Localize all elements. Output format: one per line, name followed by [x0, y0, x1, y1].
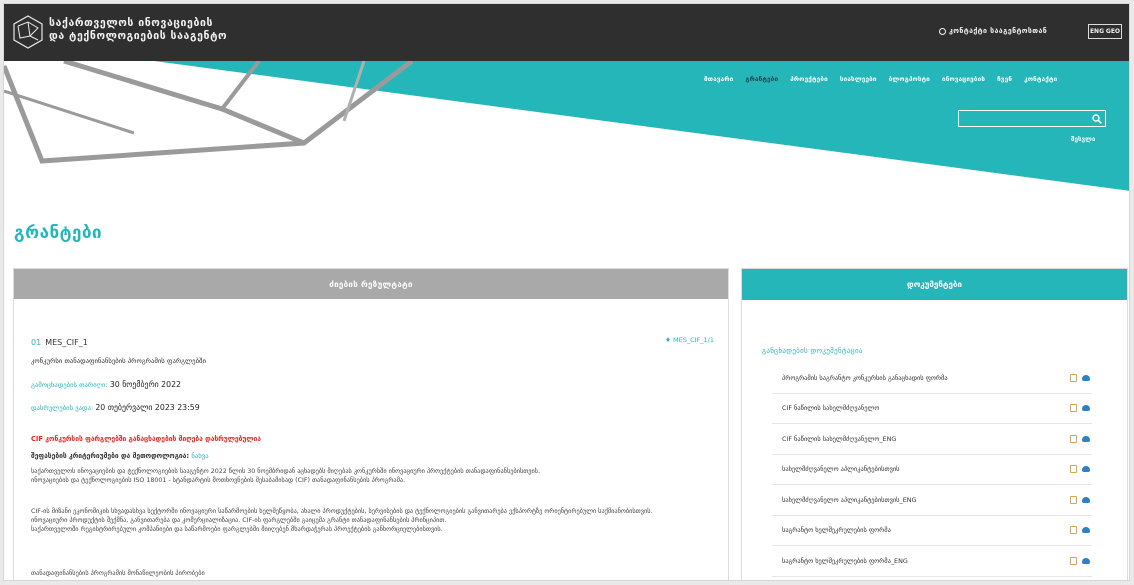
- document-icon[interactable]: [1070, 495, 1077, 504]
- contact-label: კონტაქტი სააგენტოსთან: [949, 27, 1048, 35]
- conditions-line: თანადაფინანსების პროგრამის მონაწილეობის …: [31, 570, 205, 577]
- download-cloud-icon[interactable]: [1082, 527, 1090, 534]
- nav-item-blog[interactable]: ბლოგპოსტი: [889, 76, 930, 83]
- download-cloud-icon[interactable]: [1082, 405, 1090, 412]
- document-icon[interactable]: [1070, 526, 1077, 535]
- grant-code: 01 MES_CIF_1: [31, 338, 88, 347]
- goal-line1: CIF-ის მიზანი ეკონომიკის სხვადასხვა სექტ…: [31, 508, 653, 515]
- document-name[interactable]: სახელმძღვანელო აპლიკანტებისთვის_ENG: [782, 496, 916, 504]
- contact-link[interactable]: კონტაქტი სააგენტოსთან: [939, 27, 1047, 35]
- documents-panel: დოკუმენტები განცხადების დოკუმენტაცია პრო…: [741, 268, 1128, 580]
- grant-code-value: MES_CIF_1: [45, 338, 88, 347]
- nav-item-projects[interactable]: პროექტები: [790, 76, 828, 83]
- grant-detail-header: ძიების რეზულტატი: [14, 269, 728, 299]
- nav-item-grants[interactable]: გრანტები: [745, 76, 778, 83]
- search-input[interactable]: [959, 111, 1087, 126]
- agency-name[interactable]: საქართველოს ინოვაციების და ტექნოლოგიების…: [49, 17, 227, 43]
- agency-name-line1: საქართველოს ინოვაციების: [49, 17, 214, 29]
- nav-item-innovations[interactable]: ინოვაციების: [942, 76, 985, 83]
- documents-header: დოკუმენტები: [742, 269, 1127, 300]
- grant-tag-link[interactable]: ♦ MES_CIF_1/1: [665, 336, 714, 344]
- tag-icon: ♦: [665, 336, 671, 344]
- phone-icon: [939, 27, 946, 35]
- grant-code-index: 01: [31, 338, 42, 347]
- goal-line3: საქართველოში რეგისტრირებული კომპანიები დ…: [31, 526, 443, 533]
- document-name[interactable]: სახელმძღვანელო აპლიკანტებისთვის: [782, 465, 900, 473]
- document-row[interactable]: სახელმძღვანელო აპლიკანტებისთვის_ENG: [772, 485, 1092, 516]
- search-box: [958, 110, 1106, 127]
- document-icon[interactable]: [1070, 404, 1077, 413]
- download-cloud-icon[interactable]: [1082, 374, 1090, 381]
- document-name[interactable]: CIF ნაწილის სახელმძღვანელო: [782, 404, 879, 412]
- announced-date: გამოცხადების თარიღი: 30 ნოემბერი 2022: [31, 380, 181, 389]
- intro-line1: საქართველოს ინოვაციების და ტექნოლოგიების…: [31, 468, 541, 475]
- document-row[interactable]: საგრანტო ხელშეკრულების ფორმა_ENG: [772, 546, 1092, 577]
- agency-name-line2: და ტექნოლოგიების სააგენტო: [49, 30, 228, 42]
- announced-label: გამოცხადების თარიღი:: [31, 381, 108, 389]
- methodology-line: შეფასების კრიტერიუმები და მეთოდოლოგია: ნ…: [31, 452, 209, 460]
- goal-line2: ინოვაციური პროდუქტის შექმნა, განვითარება…: [31, 517, 447, 524]
- intro-line2: ინოვაციების და ტექნოლოგიების ISO 18001 -…: [31, 477, 406, 484]
- document-icon[interactable]: [1070, 373, 1077, 382]
- deadline-value: 20 თებერვალი 2023 23:59: [95, 403, 200, 412]
- document-icon[interactable]: [1070, 556, 1077, 565]
- download-cloud-icon[interactable]: [1082, 496, 1090, 503]
- download-cloud-icon[interactable]: [1082, 557, 1090, 564]
- documents-section-heading: განცხადების დოკუმენტაცია: [762, 347, 863, 355]
- document-name[interactable]: საგრანტო ხელშეკრულების ფორმა_ENG: [782, 557, 908, 565]
- closed-alert: CIF კონკურსის ფარგლებში განაცხადების მიღ…: [31, 435, 261, 443]
- document-row[interactable]: პროგრამის საგრანტო კონკურსის განაცხადის …: [772, 363, 1092, 394]
- top-bar: საქართველოს ინოვაციების და ტექნოლოგიების…: [4, 4, 1129, 61]
- grant-subtitle: კონკურსი თანადაფინანსების პროგრამის ფარგ…: [31, 357, 206, 365]
- methodology-link[interactable]: ნახვა: [191, 452, 208, 460]
- deadline-date: დასრულების ვადა: 20 თებერვალი 2023 23:59: [31, 403, 200, 412]
- goal-paragraph: CIF-ის მიზანი ეკონომიკის სხვადასხვა სექტ…: [31, 507, 721, 534]
- language-switcher[interactable]: ENG GEO: [1088, 24, 1122, 39]
- page: საქართველოს ინოვაციების და ტექნოლოგიების…: [3, 3, 1130, 581]
- login-link[interactable]: შესვლა: [1071, 136, 1095, 143]
- main-navigation: მთავარი გრანტები პროექტები სიახლეები ბლო…: [704, 76, 1057, 83]
- document-name[interactable]: CIF ნაწილის სახელმძღვანელო_ENG: [782, 435, 896, 443]
- document-icon[interactable]: [1070, 434, 1077, 443]
- search-icon[interactable]: [1092, 113, 1102, 124]
- download-cloud-icon[interactable]: [1082, 466, 1090, 473]
- nav-item-about[interactable]: ჩვენ: [997, 76, 1012, 83]
- lang-option-geo[interactable]: GEO: [1106, 28, 1120, 35]
- nav-item-news[interactable]: სიახლეები: [840, 76, 877, 83]
- document-name[interactable]: საგრანტო ხელშეკრულების ფორმა: [782, 526, 891, 534]
- grant-tag-label: MES_CIF_1/1: [673, 336, 714, 344]
- methodology-label: შეფასების კრიტერიუმები და მეთოდოლოგია:: [31, 452, 190, 460]
- deadline-label: დასრულების ვადა:: [31, 404, 94, 412]
- grant-detail-panel: ძიების რეზულტატი 01 MES_CIF_1 ♦ MES_CIF_…: [13, 268, 729, 580]
- announced-value: 30 ნოემბერი 2022: [109, 380, 182, 389]
- document-row[interactable]: CIF ნაწილის სახელმძღვანელო: [772, 394, 1092, 424]
- download-cloud-icon[interactable]: [1082, 435, 1090, 442]
- document-row[interactable]: საგრანტო ხელშეკრულების ფორმა: [772, 516, 1092, 546]
- page-title: გრანტები: [14, 223, 103, 243]
- document-row[interactable]: CIF ნაწილის სახელმძღვანელო_ENG: [772, 424, 1092, 455]
- nav-item-contact[interactable]: კონტაქტი: [1024, 76, 1057, 83]
- document-name[interactable]: პროგრამის საგრანტო კონკურსის განაცხადის …: [782, 374, 948, 382]
- documents-list: პროგრამის საგრანტო კონკურსის განაცხადის …: [772, 363, 1092, 577]
- agency-logo-icon[interactable]: [10, 14, 46, 50]
- document-row[interactable]: სახელმძღვანელო აპლიკანტებისთვის: [772, 455, 1092, 485]
- nav-item-home[interactable]: მთავარი: [704, 76, 733, 83]
- lang-option-eng[interactable]: ENG: [1090, 28, 1104, 35]
- document-icon[interactable]: [1070, 465, 1077, 474]
- intro-paragraph: საქართველოს ინოვაციების და ტექნოლოგიების…: [31, 467, 721, 485]
